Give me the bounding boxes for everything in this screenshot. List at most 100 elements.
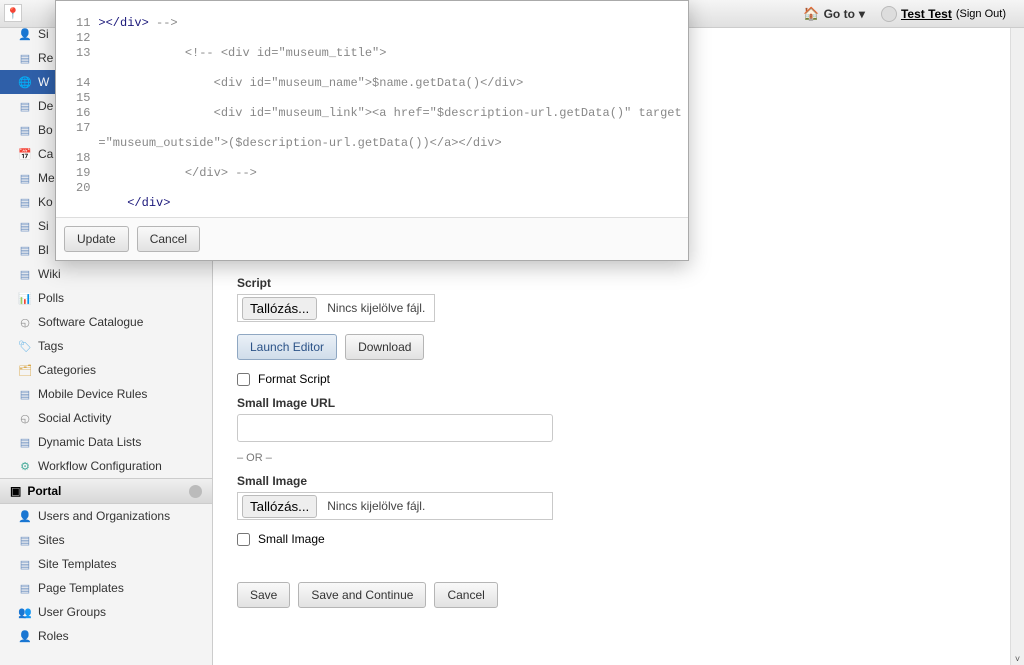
sidebar-item-label: W	[38, 75, 49, 89]
browse-button[interactable]: Tallózás...	[242, 495, 317, 518]
sidebar-item-workflow[interactable]: ⚙ Workflow Configuration	[0, 454, 212, 478]
sidebar-item-label: Ca	[38, 147, 53, 161]
small-image-checkbox[interactable]	[237, 533, 250, 546]
user-name-link[interactable]: Test Test	[901, 7, 952, 21]
right-scrollbar[interactable]: ˄ ˅	[1010, 0, 1024, 665]
line-gutter: 11 12 13 14 15 16 17 18 19 20	[56, 1, 98, 217]
sidebar-item-tags[interactable]: 🏷 Tags	[0, 334, 212, 358]
page-icon: ▤	[18, 195, 32, 209]
blog-icon: ▤	[18, 243, 32, 257]
small-image-url-label: Small Image URL	[237, 396, 1024, 410]
cancel-button[interactable]: Cancel	[137, 226, 200, 252]
workflow-icon: ⚙	[18, 459, 32, 473]
user-area: Test Test (Sign Out)	[881, 6, 1006, 22]
sidebar-item-label: Si	[38, 219, 49, 233]
sidebar-item-label: Wiki	[38, 267, 61, 281]
tag-icon: 🏷	[18, 339, 32, 353]
sidebar-item-sites[interactable]: ▤ Sites	[0, 528, 212, 552]
modal-footer: Update Cancel	[56, 217, 688, 260]
sidebar-item-label: Polls	[38, 291, 64, 305]
sidebar-section-portal[interactable]: ▣ Portal	[0, 478, 212, 504]
sidebar-item-label: Bo	[38, 123, 53, 137]
sidebar-item-site-templates[interactable]: ▤ Site Templates	[0, 552, 212, 576]
sidebar-item-label: Categories	[38, 363, 96, 377]
format-script-label: Format Script	[258, 372, 330, 386]
collapse-icon[interactable]	[189, 485, 202, 498]
sidebar-item-label: Me	[38, 171, 55, 185]
browse-button[interactable]: Tallózás...	[242, 297, 317, 320]
small-image-url-input[interactable]	[237, 414, 553, 442]
sidebar-item-label: Si	[38, 27, 49, 41]
pin-icon[interactable]: 📍	[4, 4, 22, 22]
sidebar-item-user-groups[interactable]: 👥 User Groups	[0, 600, 212, 624]
sidebar-item-label: Sites	[38, 533, 65, 547]
launch-editor-button[interactable]: Launch Editor	[237, 334, 337, 360]
sidebar-item-label: Social Activity	[38, 411, 111, 425]
doc-icon: ▤	[18, 99, 32, 113]
sidebar-item-software[interactable]: ◵ Software Catalogue	[0, 310, 212, 334]
code-editor-modal: 11 12 13 14 15 16 17 18 19 20 ></div> --…	[55, 0, 689, 261]
sidebar-item-ddl[interactable]: ▤ Dynamic Data Lists	[0, 430, 212, 454]
globe-icon: 🌐	[18, 75, 32, 89]
sidebar-item-users[interactable]: 👤Users and Organizations	[0, 504, 212, 528]
calendar-icon: 📅	[18, 147, 32, 161]
sidebar-item-label: Dynamic Data Lists	[38, 435, 141, 449]
no-file-text: Nincs kijelölve fájl.	[321, 499, 425, 513]
template-icon: ▤	[18, 557, 32, 571]
code-lines[interactable]: ></div> --> <!-- <div id="museum_title">…	[98, 1, 688, 217]
sidebar-item-mobile[interactable]: ▤ Mobile Device Rules	[0, 382, 212, 406]
polls-icon: 📊	[18, 291, 32, 305]
avatar	[881, 6, 897, 22]
scroll-down-arrow[interactable]: ˅	[1011, 653, 1024, 665]
format-script-checkbox[interactable]	[237, 373, 250, 386]
bookmark-icon: ▤	[18, 123, 32, 137]
sidebar-item-label: Site Templates	[38, 557, 117, 571]
sidebar-item-label: User Groups	[38, 605, 106, 619]
format-script-row[interactable]: Format Script	[237, 372, 1024, 386]
go-to-label: Go to	[824, 7, 855, 21]
cancel-button[interactable]: Cancel	[434, 582, 497, 608]
go-to-menu[interactable]: 🏠 Go to ▾	[803, 6, 865, 22]
mobile-icon: ▤	[18, 387, 32, 401]
sidebar-item-label: Users and Organizations	[38, 509, 170, 523]
sidebar-item-label: Roles	[38, 629, 69, 643]
social-icon: ◵	[18, 411, 32, 425]
group-icon: 👥	[18, 605, 32, 619]
message-icon: ▤	[18, 171, 32, 185]
or-divider: – OR –	[237, 452, 1024, 464]
sidebar-item-label: Workflow Configuration	[38, 459, 162, 473]
save-button[interactable]: Save	[237, 582, 290, 608]
sidebar-item-label: De	[38, 99, 53, 113]
sidebar-item-roles[interactable]: 👤Roles	[0, 624, 212, 648]
save-continue-button[interactable]: Save and Continue	[298, 582, 426, 608]
page-icon: ▤	[18, 51, 32, 65]
sidebar-item-label: Software Catalogue	[38, 315, 143, 329]
sidebar-item-label: Page Templates	[38, 581, 124, 595]
section-label: Portal	[27, 484, 61, 498]
small-image-checkbox-row[interactable]: Small Image	[237, 532, 1024, 546]
sidebar-item-social[interactable]: ◵ Social Activity	[0, 406, 212, 430]
template-icon: ▤	[18, 581, 32, 595]
wiki-icon: ▤	[18, 267, 32, 281]
no-file-text: Nincs kijelölve fájl.	[321, 301, 425, 315]
section-icon: ▣	[10, 484, 21, 498]
user-icon: 👤	[18, 27, 32, 41]
sites-icon: ▤	[18, 533, 32, 547]
data-list-icon: ▤	[18, 435, 32, 449]
sign-out-link[interactable]: (Sign Out)	[956, 8, 1006, 20]
update-button[interactable]: Update	[64, 226, 129, 252]
sidebar-item-polls[interactable]: 📊 Polls	[0, 286, 212, 310]
sidebar-item-wiki[interactable]: ▤ Wiki	[0, 262, 212, 286]
sidebar-item-label: Ko	[38, 195, 53, 209]
sidebar-item-label: Tags	[38, 339, 63, 353]
folder-icon: 🗂	[18, 363, 32, 377]
catalogue-icon: ◵	[18, 315, 32, 329]
sidebar-item-label: Mobile Device Rules	[38, 387, 147, 401]
sidebar-item-label: Re	[38, 51, 53, 65]
download-button[interactable]: Download	[345, 334, 424, 360]
script-file-row: Tallózás... Nincs kijelölve fájl.	[237, 294, 435, 322]
code-area[interactable]: 11 12 13 14 15 16 17 18 19 20 ></div> --…	[56, 1, 688, 217]
sidebar-item-label: Bl	[38, 243, 49, 257]
sidebar-item-categories[interactable]: 🗂 Categories	[0, 358, 212, 382]
sidebar-item-page-templates[interactable]: ▤ Page Templates	[0, 576, 212, 600]
